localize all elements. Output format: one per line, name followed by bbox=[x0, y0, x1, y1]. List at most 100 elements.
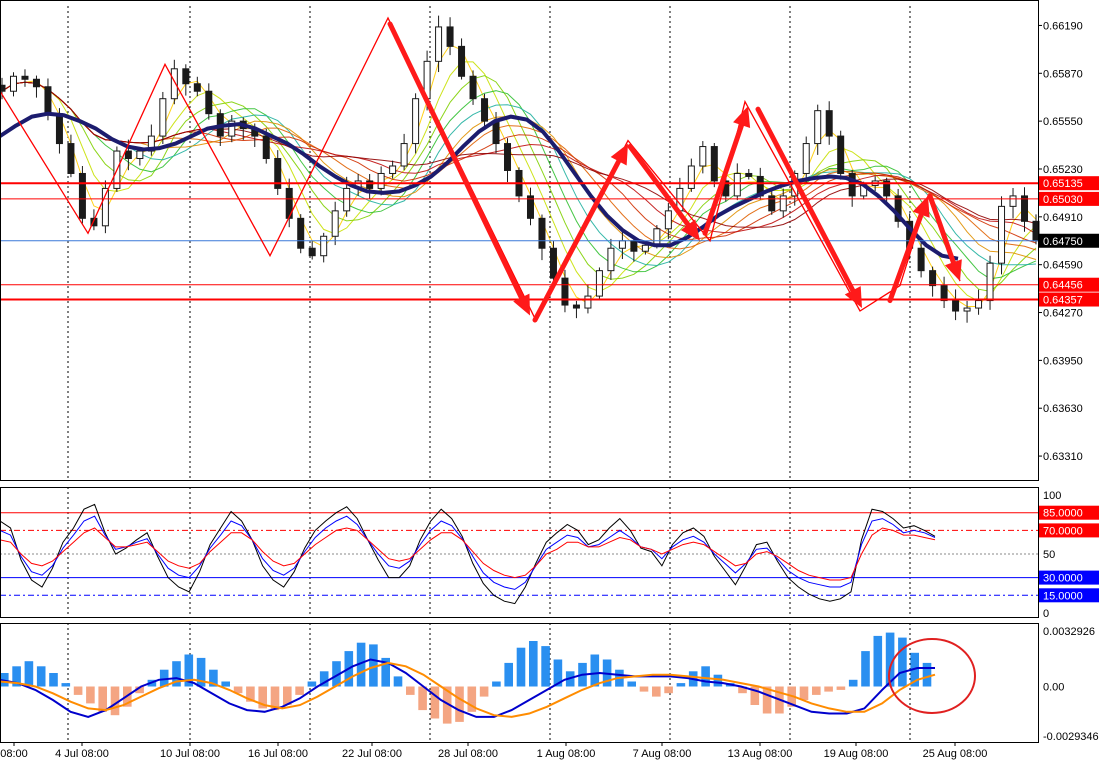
level-label-text: 0.64456 bbox=[1043, 280, 1083, 292]
arrow-head bbox=[733, 106, 751, 129]
candle-body bbox=[584, 295, 592, 309]
x-tick-label: 7 Aug 08:00 bbox=[633, 748, 692, 760]
candle bbox=[101, 180, 109, 234]
macd-histogram-bar bbox=[812, 686, 821, 695]
macd-histogram-bar bbox=[36, 666, 46, 687]
candle bbox=[469, 70, 477, 105]
macd-histogram-bar bbox=[455, 686, 464, 722]
candle bbox=[400, 133, 408, 171]
candle-body bbox=[745, 172, 753, 177]
candle-body bbox=[802, 143, 810, 174]
candle-body bbox=[768, 195, 776, 212]
candle bbox=[745, 169, 753, 180]
candle-body bbox=[975, 300, 983, 309]
candle-body bbox=[44, 86, 52, 115]
candle-body bbox=[710, 146, 718, 182]
candle-body bbox=[412, 98, 420, 145]
candle bbox=[917, 240, 925, 278]
candle bbox=[32, 75, 40, 98]
x-tick-label: 22 Jul 08:00 bbox=[342, 748, 402, 760]
macd-panel: 0.0032926 0.00 -0.0029346 bbox=[0, 626, 1099, 743]
macd-histogram-bar bbox=[492, 681, 501, 687]
stochastic-panel: 100 50 0 85.0000 70.0000 30.0000 15.0000 bbox=[0, 490, 1099, 620]
macd-histogram-bar bbox=[479, 686, 489, 697]
macd-histogram-bar bbox=[49, 673, 58, 687]
candle bbox=[1021, 187, 1029, 232]
macd-histogram-bar bbox=[590, 654, 600, 687]
macd-histogram-bar bbox=[701, 666, 710, 687]
candle bbox=[1009, 188, 1017, 219]
stoch-series-line bbox=[0, 515, 936, 590]
macd-histogram-bar bbox=[664, 686, 673, 694]
candle-body bbox=[435, 26, 443, 62]
panel-frames bbox=[0, 0, 1039, 743]
candle bbox=[9, 72, 17, 97]
candle-body bbox=[21, 75, 29, 80]
stoch-level-text: 30.0000 bbox=[1043, 573, 1083, 585]
candle bbox=[940, 276, 948, 309]
candle bbox=[952, 289, 960, 321]
candle-body bbox=[297, 217, 305, 249]
candle-body bbox=[940, 285, 948, 302]
candle bbox=[458, 38, 466, 80]
macd-histogram-bar bbox=[529, 641, 538, 687]
candle bbox=[67, 134, 75, 178]
candle bbox=[538, 214, 546, 261]
candle bbox=[366, 174, 374, 199]
candle-body bbox=[400, 143, 408, 167]
macd-histogram-bar bbox=[61, 683, 71, 687]
x-tick-label: 16 Jul 08:00 bbox=[248, 748, 308, 760]
candle-body bbox=[549, 247, 557, 279]
level-label: 0.64357 bbox=[1039, 292, 1099, 307]
x-tick-label: 10 Jul 08:00 bbox=[160, 748, 220, 760]
candle bbox=[963, 300, 971, 323]
candle-body bbox=[389, 165, 397, 174]
candle-body bbox=[1021, 195, 1029, 222]
candle-body bbox=[377, 172, 385, 189]
level-label-text: 0.65135 bbox=[1043, 178, 1083, 190]
candle-body bbox=[630, 240, 638, 252]
candle-body bbox=[446, 26, 454, 47]
candle-body bbox=[848, 172, 856, 197]
candle-body bbox=[136, 150, 144, 160]
macd-histogram-bar bbox=[639, 686, 649, 692]
macd-histogram-bar bbox=[98, 686, 107, 712]
x-tick-label: 25 Aug 08:00 bbox=[923, 748, 988, 760]
candle bbox=[412, 93, 420, 154]
candle bbox=[710, 142, 718, 188]
candle-body bbox=[205, 90, 213, 115]
trend-arrow bbox=[532, 143, 628, 323]
macd-histogram-bar bbox=[295, 686, 304, 695]
candle-body bbox=[504, 143, 512, 171]
candle-body bbox=[170, 68, 178, 100]
candle-body bbox=[814, 110, 822, 145]
y-tick-label: 0.65230 bbox=[1043, 164, 1083, 176]
macd-histogram-bar bbox=[861, 651, 870, 687]
candle bbox=[561, 269, 569, 313]
macd-histogram-bar bbox=[516, 647, 526, 687]
x-tick-label: 08:00 bbox=[0, 748, 28, 760]
macd-histogram-bar bbox=[73, 686, 83, 695]
x-axis: 08:00 4 Jul 08:00 10 Jul 08:00 16 Jul 08:00… bbox=[0, 742, 987, 760]
candle-body bbox=[492, 120, 500, 145]
candle bbox=[297, 214, 305, 254]
macd-tick-label: 0.00 bbox=[1043, 682, 1064, 694]
macd-histogram-bar bbox=[541, 646, 550, 687]
candle-body bbox=[366, 180, 374, 189]
y-tick-label: 0.64910 bbox=[1043, 212, 1083, 224]
candle bbox=[320, 232, 328, 263]
candle-body bbox=[607, 247, 615, 272]
macd-histogram-bar bbox=[393, 676, 403, 687]
candle-body bbox=[618, 240, 626, 249]
candle-body bbox=[538, 217, 546, 249]
candle-body bbox=[779, 195, 787, 212]
current-price-text: 0.64750 bbox=[1043, 236, 1083, 248]
level-label: 0.65135 bbox=[1039, 176, 1099, 191]
candle bbox=[78, 166, 86, 224]
macd-histogram-bar bbox=[676, 683, 686, 687]
y-tick-label: 0.63630 bbox=[1043, 403, 1083, 415]
candle-body bbox=[55, 113, 63, 145]
macd-histogram-bar bbox=[898, 637, 907, 687]
macd-histogram-bar bbox=[922, 662, 932, 687]
macd-histogram-bar bbox=[836, 686, 846, 690]
